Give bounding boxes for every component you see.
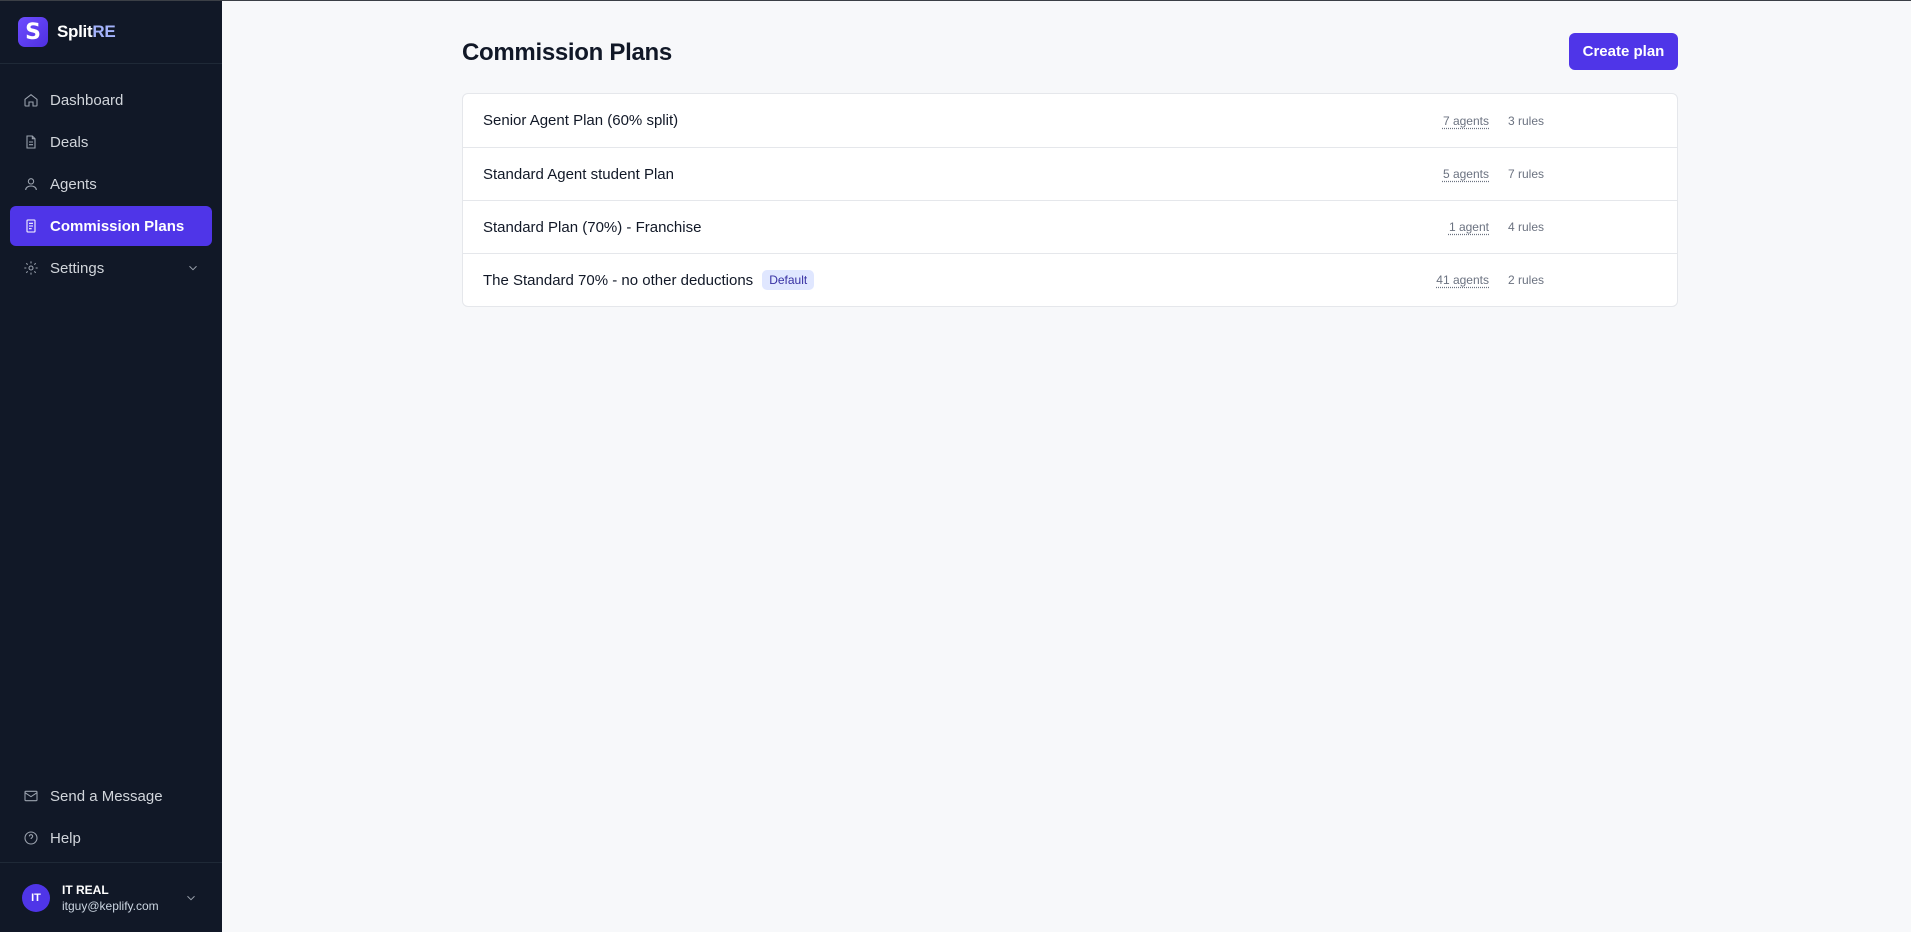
sidebar-item-deals[interactable]: Deals: [10, 122, 212, 162]
user-email: itguy@keplify.com: [62, 898, 159, 913]
sidebar-item-label: Settings: [50, 259, 105, 277]
plan-rules-count: 7 rules: [1508, 167, 1545, 181]
user-info: IT REAL itguy@keplify.com: [62, 882, 159, 914]
logo-icon: S: [18, 17, 48, 47]
plan-row[interactable]: Standard Plan (70%) - Franchise 1 agent …: [463, 200, 1677, 253]
avatar: IT: [22, 883, 50, 912]
chevron-down-icon[interactable]: [184, 891, 198, 905]
sidebar-item-settings[interactable]: Settings: [10, 248, 212, 288]
sidebar-item-help[interactable]: Help: [10, 818, 212, 858]
sidebar-item-agents[interactable]: Agents: [10, 164, 212, 204]
sidebar-item-label: Deals: [50, 133, 89, 151]
sidebar-item-dashboard[interactable]: Dashboard: [10, 80, 212, 120]
home-icon: [24, 93, 38, 107]
sidebar-item-label: Help: [50, 829, 81, 847]
brand-name: SplitRE: [57, 22, 116, 42]
gear-icon: [24, 261, 38, 275]
sidebar-item-label: Dashboard: [50, 91, 124, 109]
document-icon: [26, 135, 36, 149]
plan-name: Standard Plan (70%) - Franchise: [483, 218, 702, 236]
sidebar-bottom-nav: Send a Message Help: [10, 776, 212, 860]
clipboard-icon: [26, 219, 36, 233]
plan-agents-count[interactable]: 7 agents: [1443, 114, 1489, 128]
sidebar-item-commission-plans[interactable]: Commission Plans: [10, 206, 212, 246]
plan-agents-count[interactable]: 5 agents: [1443, 167, 1489, 181]
main-content: Commission Plans Create plan Senior Agen…: [222, 1, 1911, 932]
plan-rules-count: 2 rules: [1508, 273, 1545, 287]
brand-name-main: Split: [57, 22, 93, 41]
plan-row[interactable]: The Standard 70% - no other deductions D…: [463, 253, 1677, 306]
plan-name: Senior Agent Plan (60% split): [483, 112, 679, 129]
plan-agents-count[interactable]: 1 agent: [1449, 220, 1489, 234]
mail-icon: [24, 790, 38, 802]
sidebar-item-label: Agents: [50, 175, 97, 193]
plan-rules-count: 3 rules: [1508, 113, 1545, 128]
plans-list: Senior Agent Plan (60% split) 7 agents 3…: [462, 93, 1678, 307]
plan-row[interactable]: Senior Agent Plan (60% split) 7 agents 3…: [463, 94, 1677, 147]
plan-agents-count[interactable]: 41 agents: [1436, 273, 1489, 287]
sidebar-item-send-message[interactable]: Send a Message: [10, 776, 212, 816]
main-nav: Dashboard Deals Agents Commission Plans …: [0, 64, 222, 288]
plan-rules-count: 4 rules: [1508, 220, 1545, 234]
plan-name: The Standard 70% - no other deductions: [483, 271, 754, 289]
user-menu[interactable]: IT IT REAL itguy@keplify.com: [0, 862, 222, 932]
sidebar: S SplitRE Dashboard Deals Agents Commiss…: [0, 1, 222, 932]
sidebar-item-label: Commission Plans: [50, 217, 185, 235]
default-badge: Default: [762, 270, 815, 290]
page-title: Commission Plans: [462, 39, 672, 66]
plan-name: Standard Agent student Plan: [483, 165, 674, 183]
brand-name-accent: RE: [92, 22, 116, 41]
user-icon: [25, 178, 37, 191]
create-plan-button[interactable]: Create plan: [1569, 33, 1678, 70]
sidebar-item-label: Send a Message: [50, 787, 163, 805]
chevron-down-icon[interactable]: [186, 261, 200, 275]
plan-row[interactable]: Standard Agent student Plan 5 agents 7 r…: [463, 147, 1677, 200]
user-name: IT REAL: [62, 882, 109, 897]
brand[interactable]: S SplitRE: [0, 1, 222, 64]
help-circle-icon: [24, 831, 38, 845]
